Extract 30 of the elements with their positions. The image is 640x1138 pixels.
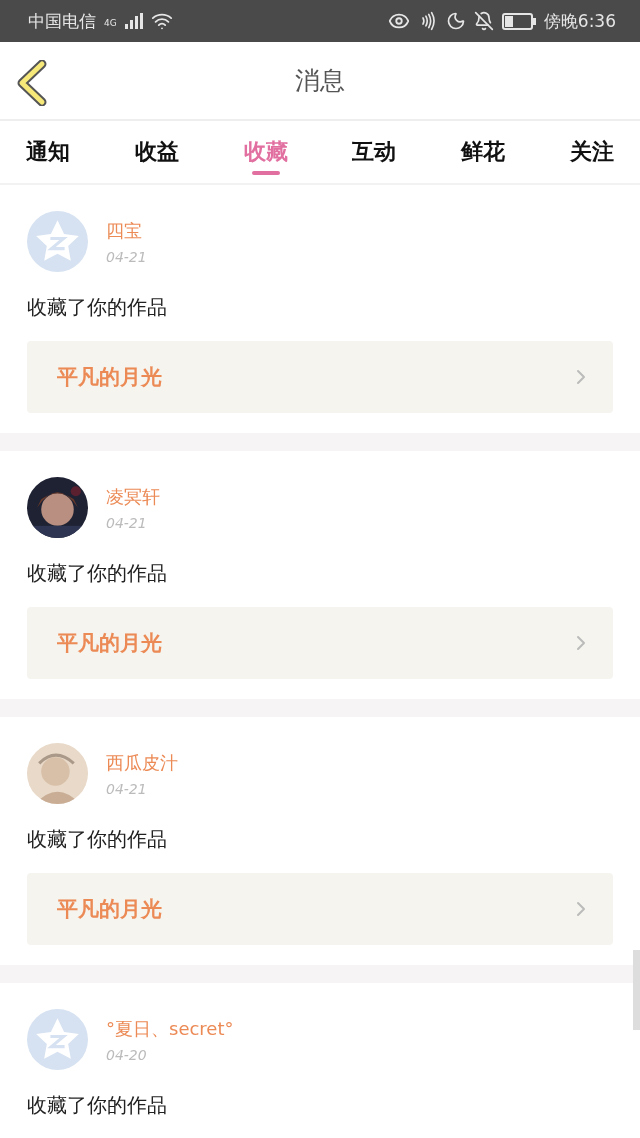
message-text: 收藏了你的作品 — [27, 1092, 168, 1119]
tab[interactable]: 通知 — [26, 121, 70, 183]
user-name[interactable]: °夏日、secret° — [106, 1016, 234, 1041]
message-text: 收藏了你的作品 — [27, 294, 168, 321]
clock: 傍晚6:36 — [543, 9, 616, 33]
bell-off-icon — [473, 11, 494, 31]
user-name[interactable]: 凌冥轩 — [106, 484, 160, 509]
message-text: 收藏了你的作品 — [27, 826, 168, 853]
user-name[interactable]: 四宝 — [106, 218, 147, 243]
moon-icon — [445, 11, 466, 31]
work-link[interactable]: 平凡的月光 — [27, 607, 613, 679]
message-date: 04-20 — [106, 1046, 148, 1063]
message-date: 04-21 — [106, 780, 148, 797]
carrier-name: 中国电信 — [28, 9, 96, 33]
work-link[interactable]: 平凡的月光 — [27, 341, 613, 413]
back-icon[interactable] — [16, 60, 48, 106]
message-date: 04-21 — [106, 514, 148, 531]
page-title: 消息 — [295, 65, 345, 97]
network-type: 4G — [104, 17, 117, 28]
tab[interactable]: 关注 — [570, 121, 614, 183]
message-text: 收藏了你的作品 — [27, 560, 168, 587]
work-link[interactable]: 平凡的月光 — [27, 873, 613, 945]
tab[interactable]: 鲜花 — [461, 121, 506, 183]
message-date: 04-21 — [106, 248, 147, 265]
tab[interactable]: 互动 — [352, 121, 397, 183]
battery-icon — [501, 12, 536, 30]
user-name[interactable]: 西瓜皮汁 — [106, 750, 178, 775]
signal-icon — [124, 13, 143, 29]
tab[interactable]: 收益 — [134, 121, 179, 183]
tab[interactable]: 收藏 — [243, 121, 288, 183]
